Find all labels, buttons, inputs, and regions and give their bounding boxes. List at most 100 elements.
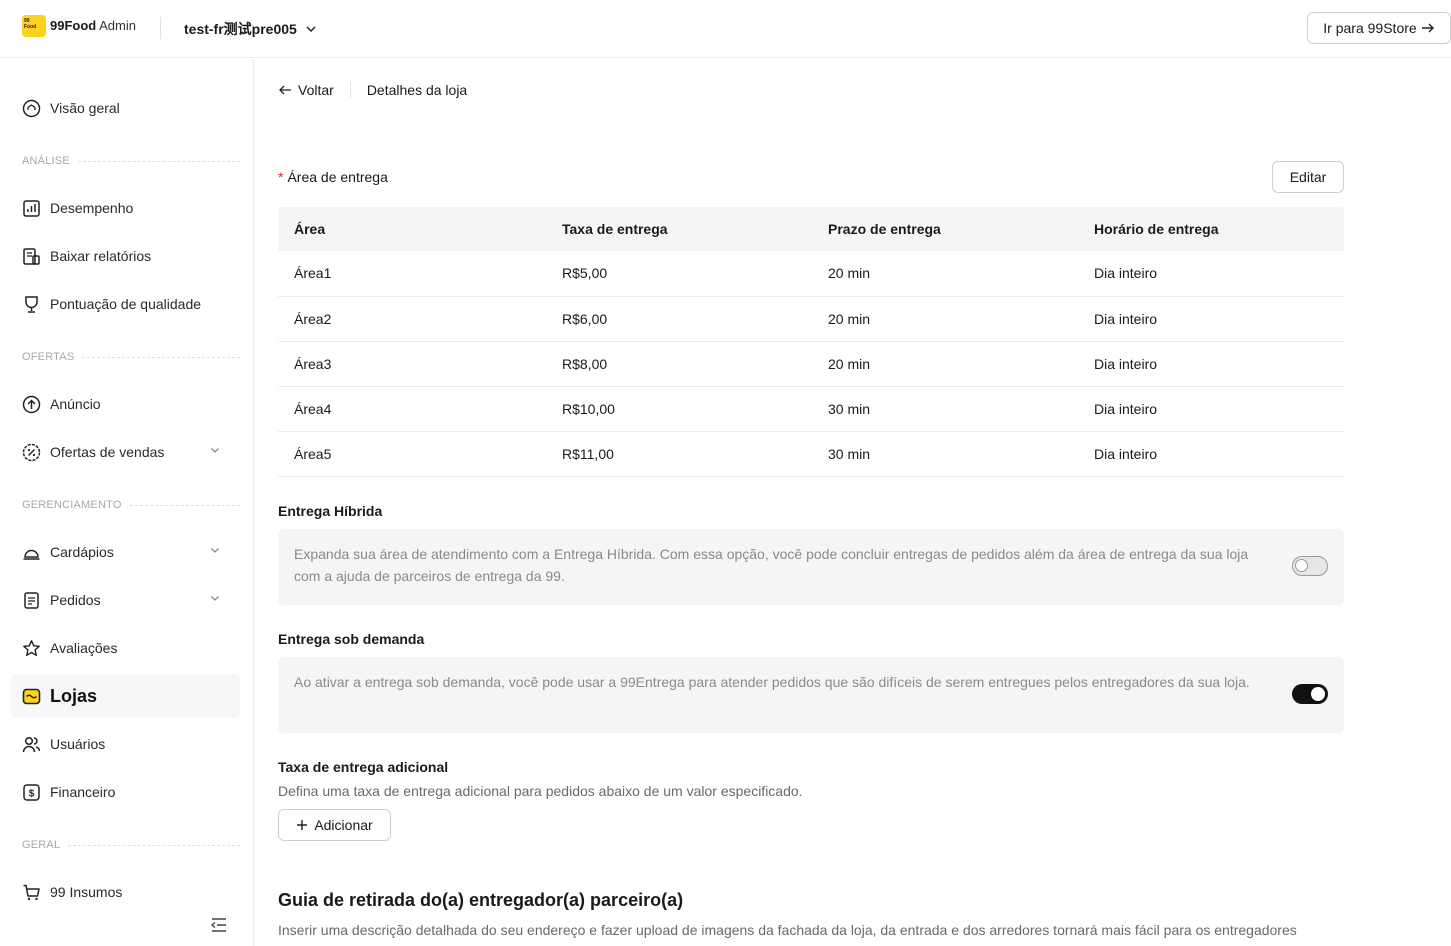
- sidebar-item-label: Ofertas de vendas: [50, 444, 165, 460]
- table-cell: R$11,00: [546, 431, 812, 477]
- trophy-icon: [22, 295, 41, 314]
- hybrid-delivery-toggle[interactable]: [1292, 556, 1328, 576]
- sidebar-item-reports[interactable]: Baixar relatórios: [10, 234, 240, 278]
- brand-bold: 99Food: [50, 18, 97, 33]
- sidebar-item-label: Lojas: [50, 685, 98, 706]
- top-bar: 99 Food 99Food Admin test-fr测试pre005 Ir p…: [0, 0, 1451, 58]
- sidebar-item-label: Visão geral: [50, 100, 120, 116]
- sidebar-item-menus[interactable]: Cardápios: [10, 530, 240, 574]
- table-cell: Dia inteiro: [1078, 296, 1344, 342]
- extra-fee-title: Taxa de entrega adicional: [278, 759, 449, 775]
- cart-icon: [22, 883, 41, 902]
- sidebar-item-overview[interactable]: Visão geral: [10, 86, 240, 130]
- breadcrumb: Voltar Detalhes da loja: [278, 82, 467, 98]
- arrow-up-circle-icon: [22, 395, 41, 414]
- table-row: Área4 R$10,00 30 min Dia inteiro: [278, 386, 1344, 432]
- users-icon: [22, 735, 41, 754]
- store-selector[interactable]: test-fr测试pre005: [184, 19, 317, 39]
- on-demand-delivery-toggle[interactable]: [1292, 684, 1328, 704]
- back-link[interactable]: Voltar: [278, 82, 334, 98]
- table-cell: Área3: [278, 341, 546, 387]
- plus-icon: [297, 820, 308, 830]
- logo-icon: 99 Food: [22, 15, 46, 37]
- table-cell: R$10,00: [546, 386, 812, 432]
- table-cell: 20 min: [812, 341, 1078, 387]
- required-mark: *: [278, 169, 284, 185]
- table-header: Prazo de entrega: [812, 207, 1078, 251]
- table-cell: Dia inteiro: [1078, 341, 1344, 387]
- chevron-down-icon: [306, 26, 316, 33]
- main-content: Voltar Detalhes da loja * Área de entrega…: [255, 59, 1451, 946]
- sidebar: Visão geral ANÁLISE Desempenho Baixar re…: [0, 59, 254, 946]
- sidebar-item-ads[interactable]: Anúncio: [10, 382, 240, 426]
- hybrid-delivery-title: Entrega Híbrida: [278, 503, 383, 519]
- arrow-left-icon: [279, 85, 291, 95]
- table-header: Taxa de entrega: [546, 207, 812, 251]
- chevron-down-icon: [211, 596, 219, 601]
- brand-light: Admin: [99, 18, 136, 33]
- sidebar-item-finance[interactable]: $ Financeiro: [10, 770, 240, 814]
- table-cell: 20 min: [812, 251, 1078, 297]
- table-cell: 20 min: [812, 296, 1078, 342]
- table-header: Área: [278, 207, 546, 251]
- sidebar-item-label: Desempenho: [50, 200, 134, 216]
- table-cell: 30 min: [812, 431, 1078, 477]
- edit-button[interactable]: Editar: [1272, 161, 1344, 193]
- home-icon: [22, 99, 41, 118]
- sidebar-item-quality[interactable]: Pontuação de qualidade: [10, 282, 240, 326]
- section-label-analysis: ANÁLISE: [22, 155, 240, 167]
- store-name: test-fr测试pre005: [184, 21, 297, 37]
- sidebar-item-reviews[interactable]: Avaliações: [10, 626, 240, 670]
- on-demand-delivery-box: Ao ativar a entrega sob demanda, você po…: [278, 657, 1344, 733]
- store-icon: [22, 687, 41, 706]
- sidebar-item-label: Financeiro: [50, 784, 116, 800]
- goto-99store-button[interactable]: Ir para 99Store: [1307, 12, 1451, 44]
- on-demand-delivery-description: Ao ativar a entrega sob demanda, você po…: [294, 674, 1250, 690]
- table-cell: Área1: [278, 251, 546, 297]
- pickup-guide-title: Guia de retirada do(a) entregador(a) par…: [278, 890, 684, 910]
- table-header: Horário de entrega: [1078, 207, 1344, 251]
- table-row: Área1 R$5,00 20 min Dia inteiro: [278, 251, 1344, 297]
- table-cell: Dia inteiro: [1078, 251, 1344, 297]
- sidebar-item-stores[interactable]: Lojas: [10, 674, 240, 718]
- sidebar-item-label: Anúncio: [50, 396, 101, 412]
- table-row: Área5 R$11,00 30 min Dia inteiro: [278, 431, 1344, 477]
- section-label-offers: OFERTAS: [22, 351, 240, 363]
- sidebar-item-label: Pontuação de qualidade: [50, 296, 202, 312]
- sidebar-item-label: Cardápios: [50, 544, 114, 560]
- sidebar-item-label: Usuários: [50, 736, 106, 752]
- hybrid-delivery-box: Expanda sua área de atendimento com a En…: [278, 529, 1344, 605]
- sidebar-item-sales-offers[interactable]: Ofertas de vendas: [10, 430, 240, 474]
- sidebar-item-orders[interactable]: Pedidos: [10, 578, 240, 622]
- order-icon: [22, 591, 41, 610]
- arrow-right-icon: [1421, 23, 1434, 33]
- table-cell: R$8,00: [546, 341, 812, 387]
- sidebar-item-performance[interactable]: Desempenho: [10, 186, 240, 230]
- add-extra-fee-button[interactable]: Adicionar: [278, 809, 391, 841]
- sidebar-item-label: Pedidos: [50, 592, 101, 608]
- star-icon: [22, 639, 41, 658]
- goto-label: Ir para 99Store: [1323, 20, 1417, 36]
- table-cell: Dia inteiro: [1078, 386, 1344, 432]
- back-label: Voltar: [298, 82, 334, 98]
- table-cell: Área4: [278, 386, 546, 432]
- table-row: Área2 R$6,00 20 min Dia inteiro: [278, 296, 1344, 342]
- add-label: Adicionar: [314, 817, 373, 833]
- delivery-area-table: Área Taxa de entrega Prazo de entrega Ho…: [278, 207, 1344, 477]
- table-cell: R$5,00: [546, 251, 812, 297]
- sidebar-item-users[interactable]: Usuários: [10, 722, 240, 766]
- report-icon: [22, 247, 41, 266]
- table-cell: Dia inteiro: [1078, 431, 1344, 477]
- table-cell: Área2: [278, 296, 546, 342]
- sidebar-item-supplies[interactable]: 99 Insumos: [10, 870, 240, 914]
- brand-name: 99Food Admin: [50, 18, 136, 33]
- chart-icon: [22, 199, 41, 218]
- svg-text:$: $: [29, 788, 35, 799]
- sidebar-item-label: Baixar relatórios: [50, 248, 152, 264]
- chevron-down-icon: [211, 448, 219, 453]
- on-demand-delivery-title: Entrega sob demanda: [278, 631, 425, 647]
- dollar-icon: $: [22, 783, 41, 802]
- table-header-row: Área Taxa de entrega Prazo de entrega Ho…: [278, 207, 1344, 251]
- toggle-knob: [1311, 687, 1325, 701]
- collapse-menu-icon[interactable]: [210, 917, 228, 933]
